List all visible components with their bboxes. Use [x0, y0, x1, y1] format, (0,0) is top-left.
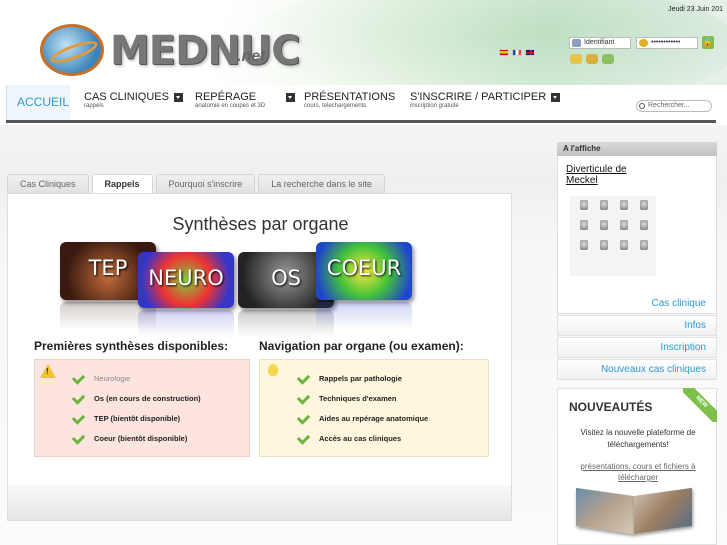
dropdown-arrow-icon — [551, 92, 561, 102]
tab-recherche[interactable]: La recherche dans le site — [258, 174, 385, 193]
case-link[interactable]: Cas clinique — [652, 298, 706, 309]
list-item[interactable]: Techniques d'examen — [296, 391, 428, 412]
nav-presentations[interactable]: PRÉSENTATIONS cours, telechargements — [304, 91, 395, 109]
current-date: Jeudi 23 Juin 201 — [668, 6, 723, 13]
user-icon — [572, 39, 581, 47]
panel-footer — [8, 485, 511, 520]
register-icon[interactable] — [586, 54, 598, 64]
organ-tile-neuro[interactable]: NEURO — [138, 252, 234, 338]
check-icon — [296, 431, 311, 445]
site-header: Jeudi 23 Juin 201 MEDNUC .net Identifian… — [0, 0, 727, 85]
affiche-panel: Diverticule de Meckel Cas clinique — [557, 156, 717, 314]
add-user-icon[interactable] — [602, 54, 614, 64]
key-help-icon[interactable] — [570, 54, 582, 64]
check-icon — [296, 411, 311, 425]
check-icon — [71, 411, 86, 425]
search-icon — [639, 103, 645, 109]
account-icons — [570, 54, 614, 64]
logo-globe-icon — [40, 24, 104, 76]
list-item[interactable]: Coeur (bientôt disponible) — [71, 431, 201, 452]
content-tabs: Cas Cliniques Rappels Pourquoi s'inscrir… — [7, 174, 385, 193]
list-item[interactable]: Rappels par pathologie — [296, 371, 428, 392]
check-icon — [71, 431, 86, 445]
flag-fr-icon[interactable] — [512, 49, 522, 56]
news-panel: NOUVEAUTÉS NEW Visitez la nouvelle plate… — [557, 388, 717, 545]
tab-rappels[interactable]: Rappels — [91, 174, 153, 193]
username-field[interactable]: Identifiant — [569, 37, 631, 49]
brochure-image[interactable] — [572, 486, 700, 535]
logo-text: MEDNUC — [110, 28, 301, 74]
search-input[interactable]: Rechercher... — [636, 100, 712, 112]
nav-reperage[interactable]: REPÉRAGE anatomie en coupes et 3D — [195, 91, 296, 109]
case-image-grid[interactable] — [570, 196, 656, 276]
sidebar-link-infos[interactable]: Infos — [557, 315, 717, 336]
available-heading: Premières synthèses disponibles: — [34, 339, 229, 353]
check-icon — [296, 391, 311, 405]
lightbulb-icon — [268, 364, 278, 376]
site-logo[interactable]: MEDNUC .net — [40, 20, 301, 80]
list-item[interactable]: TEP (bientôt disponible) — [71, 411, 201, 432]
sidebar-link-inscription[interactable]: Inscription — [557, 337, 717, 358]
tab-panel: Synthèses par organe TEP NEURO OS COEUR … — [7, 193, 512, 521]
password-field[interactable]: •••••••••••• — [636, 37, 698, 49]
login-lock-button[interactable]: 🔒 — [702, 36, 714, 49]
check-icon — [71, 391, 86, 405]
flag-es-icon[interactable] — [499, 49, 509, 56]
nav-inscrire[interactable]: S'INSCRIRE / PARTICIPER inscription grat… — [410, 91, 561, 109]
main-nav: ACCUEIL CAS CLINIQUES rappels REPÉRAGE a… — [6, 85, 716, 123]
news-text: Visitez la nouvelle plateforme de téléch… — [580, 428, 696, 449]
organ-tiles: TEP NEURO OS COEUR — [52, 242, 412, 338]
logo-suffix: .net — [237, 48, 266, 65]
downloads-link[interactable]: présentations, cours et fichiers à téléc… — [568, 461, 708, 483]
navigation-box: Rappels par pathologie Techniques d'exam… — [259, 359, 489, 457]
language-switcher — [499, 49, 535, 56]
list-item[interactable]: Aides au repérage anatomique — [296, 411, 428, 432]
sidebar-link-nouveaux-cas[interactable]: Nouveaux cas cliniques — [557, 359, 717, 380]
check-icon — [296, 371, 311, 385]
available-box: ! Neurologie Os (en cours de constructio… — [34, 359, 250, 457]
list-item[interactable]: Os (en cours de construction) — [71, 391, 201, 412]
featured-case-title[interactable]: Diverticule de Meckel — [566, 164, 646, 186]
news-heading: NOUVEAUTÉS — [569, 400, 653, 414]
dropdown-arrow-icon — [173, 92, 183, 102]
affiche-header: A l'affiche — [557, 142, 717, 156]
check-icon — [71, 371, 86, 385]
navigation-heading: Navigation par organe (ou examen): — [259, 339, 464, 353]
nav-cas-cliniques[interactable]: CAS CLINIQUES rappels — [84, 91, 183, 109]
key-icon — [639, 39, 648, 47]
tab-cas-cliniques[interactable]: Cas Cliniques — [7, 174, 89, 193]
list-item[interactable]: Accès au cas cliniques — [296, 431, 428, 452]
organ-tile-coeur[interactable]: COEUR — [316, 242, 412, 330]
tab-pourquoi[interactable]: Pourquoi s'inscrire — [155, 174, 256, 193]
new-badge: NEW — [683, 388, 717, 422]
list-item[interactable]: Neurologie — [71, 371, 201, 392]
section-title: Synthèses par organe — [172, 214, 349, 234]
flag-en-icon[interactable] — [525, 49, 535, 56]
dropdown-arrow-icon — [286, 92, 296, 102]
warning-icon: ! — [40, 364, 56, 378]
nav-home[interactable]: ACCUEIL — [6, 85, 70, 120]
